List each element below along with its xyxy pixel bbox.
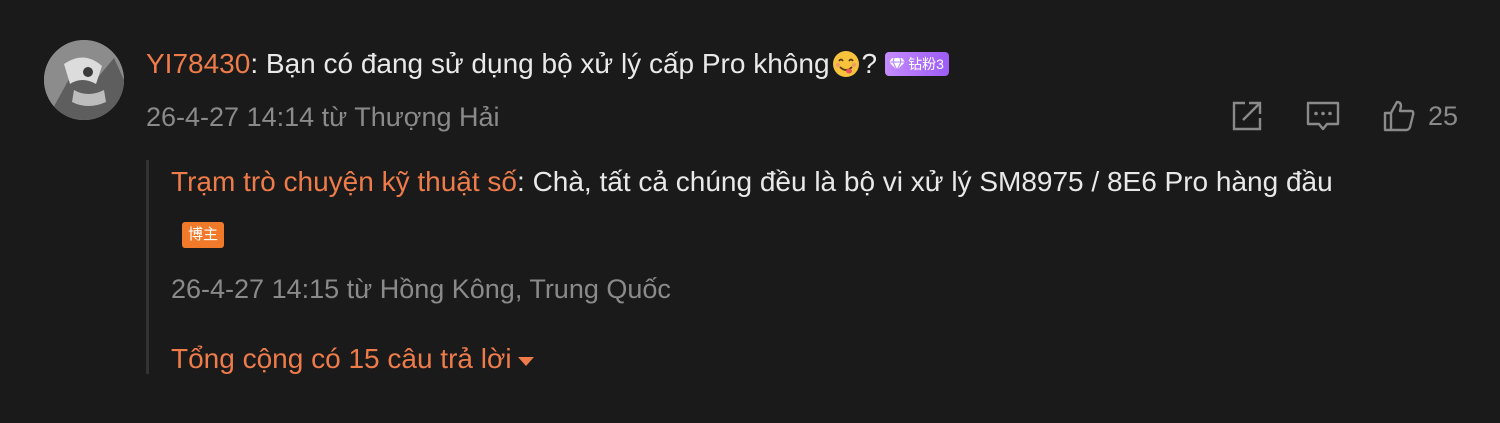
fan-level-badge[interactable]: 钻粉3: [885, 52, 949, 76]
comment-timestamp: 26-4-27 14:14 từ Thượng Hải: [146, 102, 500, 132]
reply-button[interactable]: [1304, 97, 1342, 135]
comment-question-mark: ?: [861, 48, 878, 79]
like-count: 25: [1427, 100, 1458, 131]
reply-username[interactable]: Trạm trò chuyện kỹ thuật số: [171, 166, 517, 197]
total-replies-label: Tổng cộng có 15 câu trả lời: [171, 343, 512, 374]
reply-text: Chà, tất cả chúng đều là bộ vi xử lý SM8…: [532, 166, 1333, 197]
avatar[interactable]: [44, 40, 124, 120]
comment-text: Bạn có đang sử dụng bộ xử lý cấp Pro khô…: [265, 48, 830, 79]
avatar-image: [44, 40, 124, 120]
reply-separator: :: [517, 166, 533, 197]
reply-timestamp: 26-4-27 14:15 từ Hồng Kông, Trung Quốc: [171, 274, 671, 304]
comment-item: YI78430: Bạn có đang sử dụng bộ xử lý cấ…: [0, 0, 1500, 423]
caret-down-icon: [517, 356, 534, 366]
view-all-replies-button[interactable]: Tổng cộng có 15 câu trả lời: [171, 340, 534, 378]
diamond-icon: [889, 57, 906, 71]
share-button[interactable]: [1228, 97, 1266, 135]
blogger-badge: 博主: [182, 222, 225, 248]
comment-separator: :: [250, 48, 266, 79]
reply-text-line: Trạm trò chuyện kỹ thuật số: Chà, tất cả…: [171, 162, 1333, 202]
fan-level-badge-label: 钻粉3: [908, 56, 944, 72]
thumbs-up-icon: [1383, 100, 1415, 132]
comment-username[interactable]: YI78430: [146, 44, 250, 84]
like-button[interactable]: [1380, 97, 1418, 135]
yum-face-emoji-icon: [831, 49, 861, 79]
comment-text-line: YI78430: Bạn có đang sử dụng bộ xử lý cấ…: [146, 44, 949, 84]
reply-icon: [1306, 101, 1340, 131]
comment-actions: 25: [1228, 96, 1458, 136]
reply-thread: Trạm trò chuyện kỹ thuật số: Chà, tất cả…: [146, 160, 1469, 374]
share-icon: [1232, 101, 1262, 131]
